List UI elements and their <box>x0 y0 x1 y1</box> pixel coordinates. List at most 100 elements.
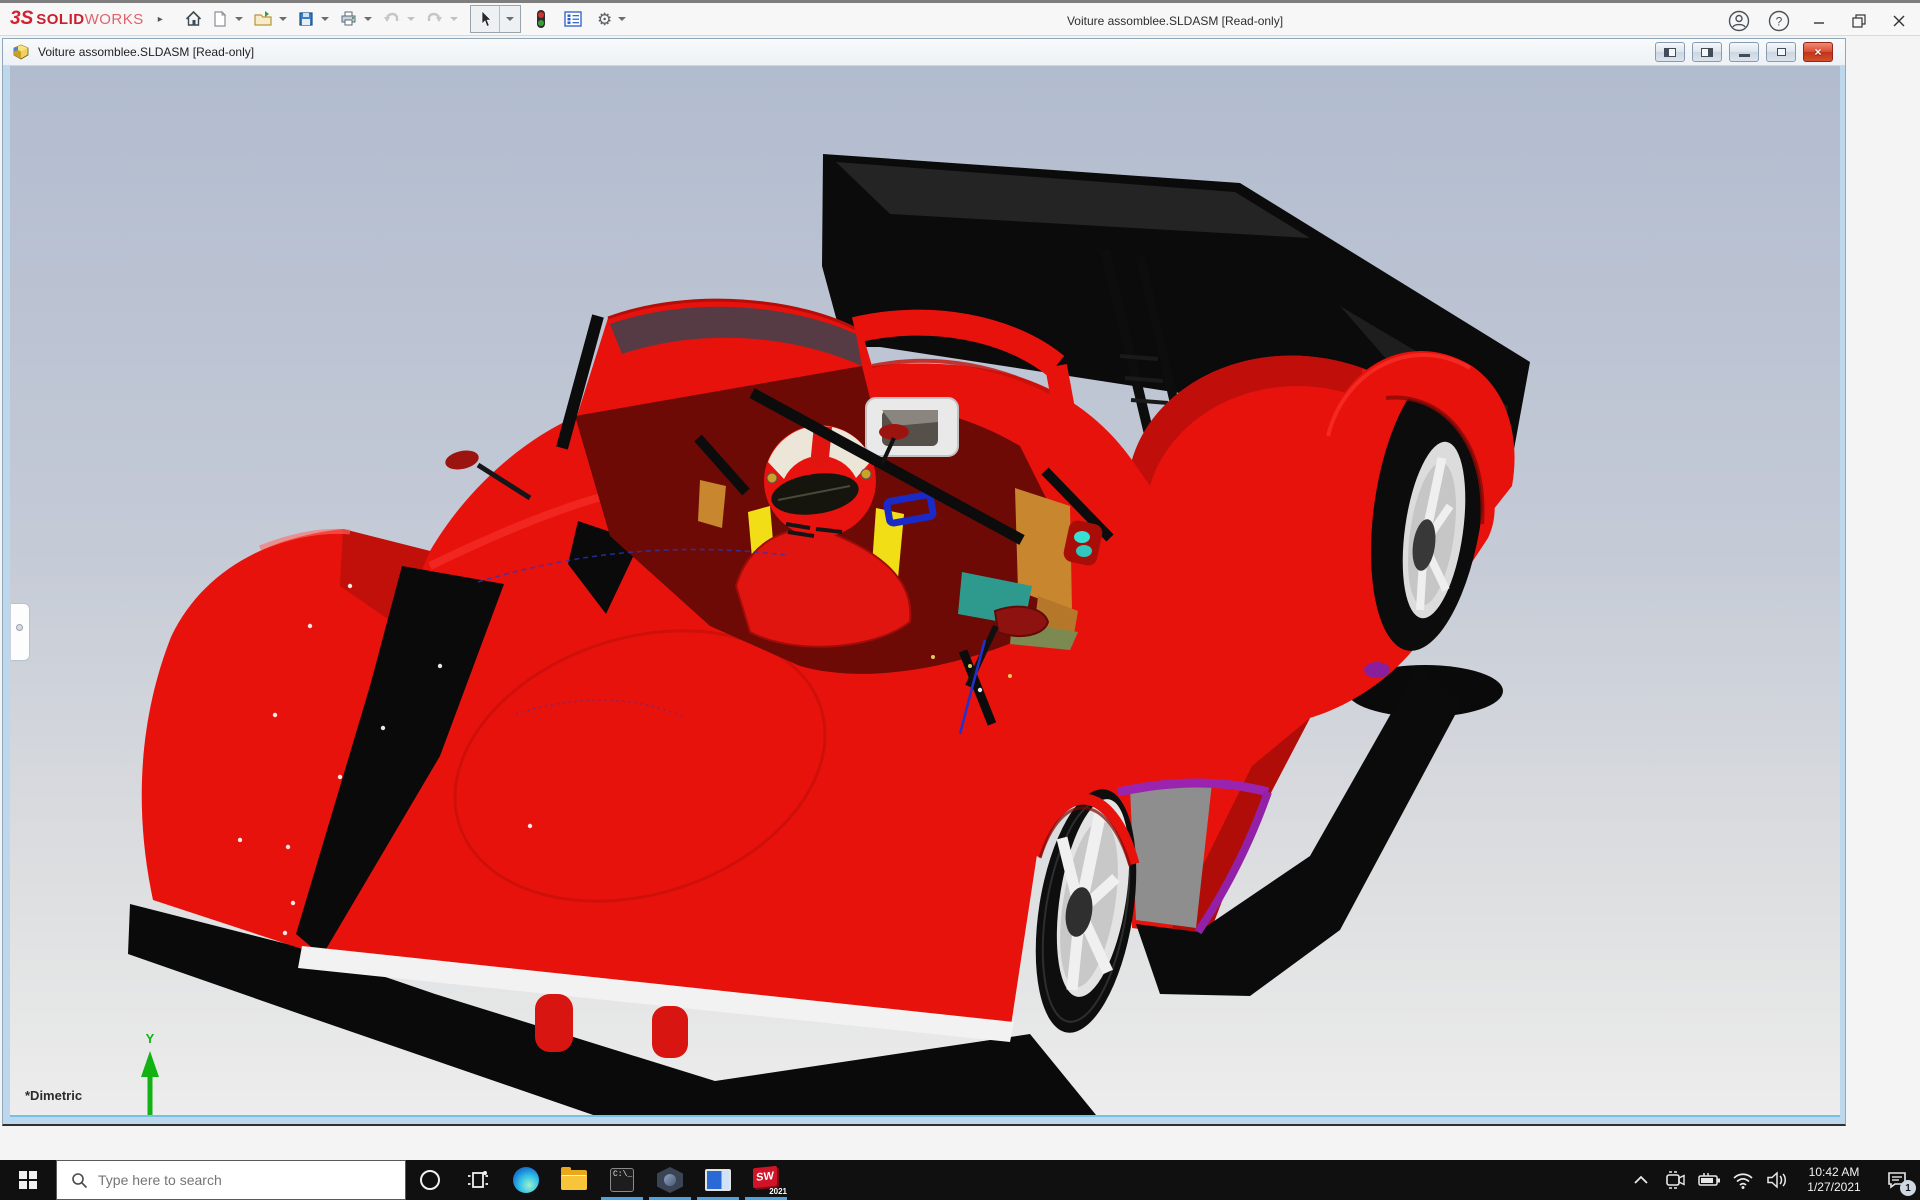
home-icon <box>184 10 203 28</box>
cortana-icon <box>418 1168 442 1192</box>
document-titlebar[interactable]: Voiture assomblee.SLDASM [Read-only] × <box>3 39 1845 66</box>
options-list-icon <box>563 10 583 28</box>
notification-center-button[interactable]: 1 <box>1874 1160 1920 1200</box>
doc-minimize-icon <box>1739 54 1750 57</box>
open-dropdown-arrow[interactable] <box>279 17 287 21</box>
print-button[interactable] <box>335 4 362 34</box>
restore-button[interactable] <box>1846 8 1872 34</box>
minimize-icon <box>1812 14 1826 28</box>
select-dropdown-button[interactable] <box>499 6 520 32</box>
document-window: Voiture assomblee.SLDASM [Read-only] × <box>2 38 1846 1126</box>
new-dropdown-arrow[interactable] <box>235 17 243 21</box>
edge-button[interactable] <box>502 1160 550 1200</box>
graphics-viewport[interactable]: Y X *Dimetric <box>10 66 1840 1117</box>
volume-icon <box>1766 1171 1788 1189</box>
settings-dropdown-arrow[interactable] <box>618 17 626 21</box>
file-explorer-icon <box>561 1170 587 1190</box>
document-window-controls: × <box>1655 42 1833 62</box>
start-button[interactable] <box>0 1160 56 1200</box>
task-view-icon <box>466 1168 490 1192</box>
gear-icon: ⚙ <box>597 11 612 28</box>
settings-button[interactable]: ⚙ <box>593 4 616 34</box>
home-button[interactable] <box>180 4 207 34</box>
select-dropdown-arrow <box>506 17 514 21</box>
save-icon <box>297 10 315 28</box>
wifi-button[interactable] <box>1726 1160 1760 1200</box>
taskbar-search[interactable] <box>56 1160 406 1200</box>
cortana-button[interactable] <box>406 1160 454 1200</box>
account-icon <box>1728 10 1750 32</box>
doc-close-icon: × <box>1814 46 1821 58</box>
race-car-model[interactable] <box>10 66 1840 1117</box>
doc-close-button[interactable]: × <box>1803 42 1833 62</box>
select-tool-group <box>470 5 521 33</box>
titlebar-right: ? <box>1726 3 1912 39</box>
notification-badge: 1 <box>1900 1180 1916 1196</box>
doc-restore-icon <box>1777 48 1786 56</box>
chevron-up-icon <box>1633 1175 1649 1185</box>
main-toolbar: ⚙ <box>180 1 632 37</box>
help-icon: ? <box>1768 10 1790 32</box>
screen-record-button[interactable] <box>1658 1160 1692 1200</box>
help-button[interactable]: ? <box>1766 8 1792 34</box>
open-button[interactable] <box>249 4 277 34</box>
save-dropdown-arrow[interactable] <box>321 17 329 21</box>
undo-dropdown-arrow[interactable] <box>407 17 415 21</box>
app-window-title: Voiture assomblee.SLDASM [Read-only] <box>1040 3 1310 39</box>
wifi-icon <box>1732 1172 1754 1189</box>
new-document-button[interactable] <box>207 4 233 34</box>
restore-icon <box>1851 13 1867 29</box>
redo-icon <box>425 10 444 28</box>
triad-y-label: Y <box>146 1031 155 1046</box>
account-button[interactable] <box>1726 8 1752 34</box>
solidworks-taskbar-button[interactable]: SW 2021 <box>742 1160 790 1200</box>
performance-button[interactable] <box>531 4 551 34</box>
save-button[interactable] <box>293 4 319 34</box>
clock[interactable]: 10:42 AM 1/27/2021 <box>1794 1165 1874 1195</box>
system-tray: 10:42 AM 1/27/2021 1 <box>1624 1160 1920 1200</box>
close-button[interactable] <box>1886 8 1912 34</box>
redo-button[interactable] <box>421 4 448 34</box>
undo-icon <box>382 10 401 28</box>
windows-logo-icon <box>19 1171 37 1189</box>
edge-icon <box>513 1167 539 1193</box>
volume-button[interactable] <box>1760 1160 1794 1200</box>
hidden-icons-button[interactable] <box>1624 1160 1658 1200</box>
menu-flyout-arrow[interactable]: ▸ <box>158 14 163 25</box>
print-dropdown-arrow[interactable] <box>364 17 372 21</box>
command-prompt-icon: C:\_ <box>610 1168 634 1192</box>
options-list-button[interactable] <box>559 4 587 34</box>
traffic-light-icon <box>535 9 547 29</box>
command-prompt-button[interactable]: C:\_ <box>598 1160 646 1200</box>
view-orientation-label: *Dimetric <box>25 1088 82 1103</box>
select-tool-button[interactable] <box>471 6 499 32</box>
redo-dropdown-arrow[interactable] <box>450 17 458 21</box>
solidworks-icon: SW 2021 <box>751 1167 781 1193</box>
date-text: 1/27/2021 <box>1794 1180 1874 1195</box>
close-icon <box>1892 14 1906 28</box>
screen: 3S SOLID WORKS ▸ <box>0 0 1920 1200</box>
feature-manager-collapsed-tab[interactable] <box>11 603 30 661</box>
pane-left-button[interactable] <box>1655 42 1685 62</box>
undo-button[interactable] <box>378 4 405 34</box>
task-view-button[interactable] <box>454 1160 502 1200</box>
select-cursor-icon <box>477 10 493 28</box>
doc-minimize-button[interactable] <box>1729 42 1759 62</box>
file-explorer-button[interactable] <box>550 1160 598 1200</box>
orientation-triad: Y X <box>65 1021 265 1117</box>
search-icon <box>71 1172 88 1189</box>
tab-knob-icon <box>16 624 23 631</box>
open-folder-icon <box>253 10 273 28</box>
doc-restore-button[interactable] <box>1766 42 1796 62</box>
minimize-button[interactable] <box>1806 8 1832 34</box>
svg-text:?: ? <box>1776 15 1783 29</box>
pane-right-button[interactable] <box>1692 42 1722 62</box>
window-app-button[interactable] <box>694 1160 742 1200</box>
search-input[interactable] <box>98 1172 358 1188</box>
3ds-swoosh-icon: 3S <box>10 8 33 30</box>
taskbar: C:\_ SW 2021 <box>0 1160 1920 1200</box>
battery-button[interactable] <box>1692 1160 1726 1200</box>
hexagon-app-icon <box>657 1167 683 1193</box>
hexagon-app-button[interactable] <box>646 1160 694 1200</box>
brand-works: WORKS <box>85 11 144 28</box>
